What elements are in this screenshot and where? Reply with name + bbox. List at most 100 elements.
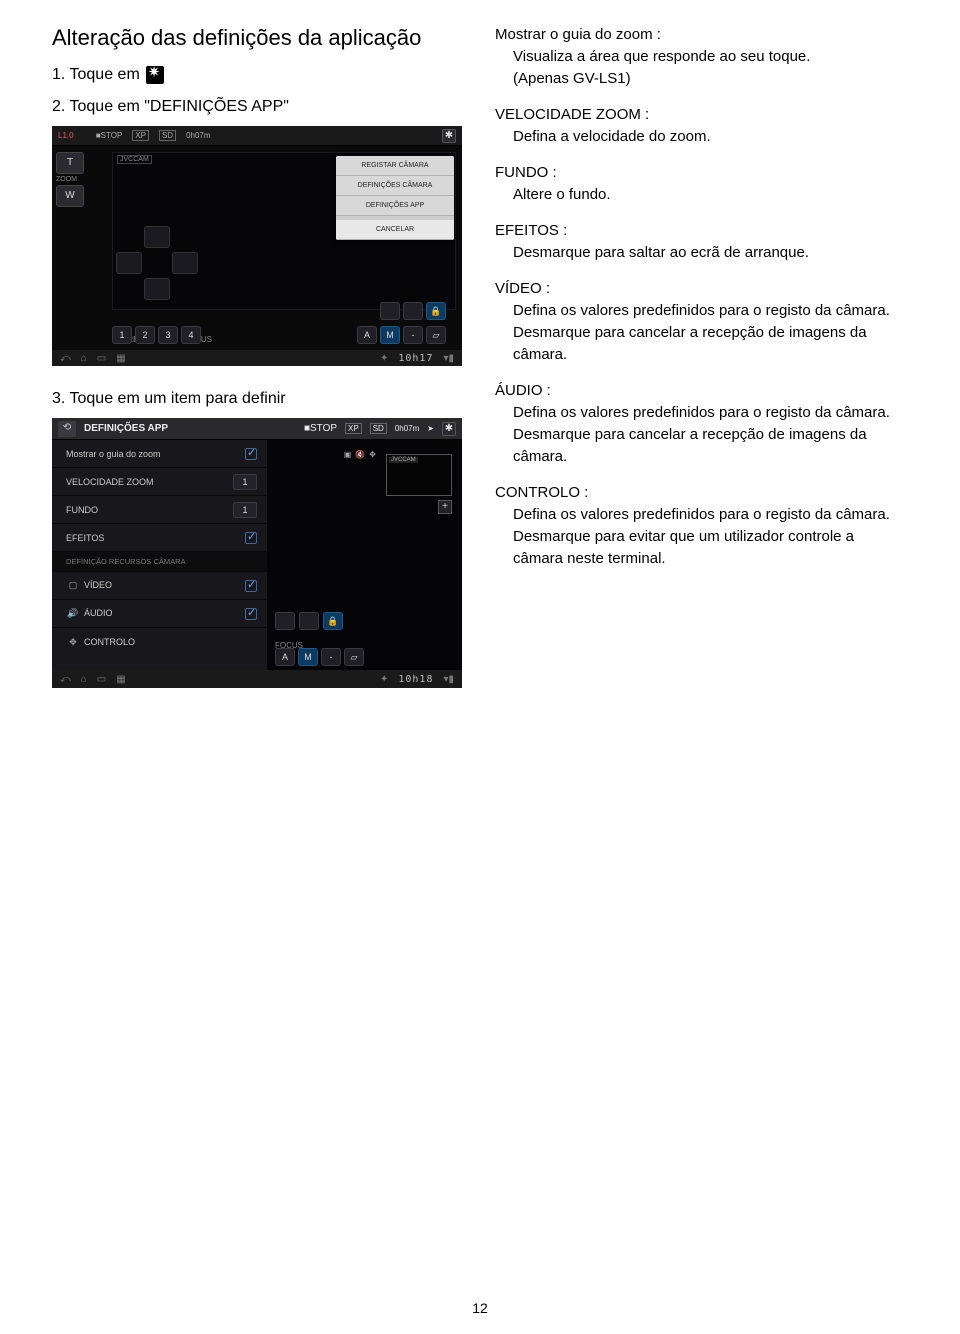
- checkbox-effects[interactable]: [245, 532, 257, 544]
- preview-thumbnail[interactable]: JVCCAM: [386, 454, 452, 496]
- checkbox-audio[interactable]: [245, 608, 257, 620]
- def-video-title: VÍDEO :: [495, 278, 908, 300]
- def-zoom-guide-body1: Visualiza a área que responde ao seu toq…: [513, 46, 908, 68]
- zoom-wide-button[interactable]: W: [56, 185, 84, 207]
- row-zoom-speed[interactable]: VELOCIDADE ZOOM 1: [52, 468, 267, 496]
- row-video-label: VÍDEO: [84, 580, 112, 590]
- row-audio-label: ÁUDIO: [84, 608, 113, 618]
- page-title: Alteração das definições da aplicação: [52, 24, 465, 52]
- chip-m[interactable]: M: [380, 326, 400, 344]
- def-audio-body1: Defina os valores predefinidos para o re…: [513, 402, 908, 424]
- xp-badge: XP: [345, 423, 362, 434]
- config-preview-area: ▣ 🔇 ✥ JVCCAM + 🔒 FOCUS A M -: [267, 440, 462, 670]
- rec-icon: ➤: [427, 424, 434, 433]
- wifi-icon: ▾▮: [443, 353, 454, 364]
- zoom-tele-button[interactable]: T: [56, 152, 84, 174]
- gear-icon: [146, 66, 164, 84]
- recent-icon[interactable]: ▭: [97, 353, 106, 364]
- rec-stop: ■STOP: [304, 423, 337, 434]
- def-background-title: FUNDO :: [495, 162, 908, 184]
- preset-4-button[interactable]: 4: [181, 326, 201, 344]
- settings-icon[interactable]: ✱: [442, 129, 456, 143]
- preset-3-button[interactable]: 3: [158, 326, 178, 344]
- thumbs-icon[interactable]: ▦: [116, 353, 125, 364]
- control-icon: ✥: [66, 637, 80, 648]
- volume-icons: ▣ 🔇 ✥: [344, 450, 376, 459]
- top-bar: L1.0 ■STOP XP SD 0h07m ✱: [52, 126, 462, 146]
- time-indicator: 0h07m: [395, 424, 419, 433]
- pan-right-button[interactable]: [172, 252, 198, 274]
- screenshot-1: L1.0 ■STOP XP SD 0h07m ✱ T ZOOM W JVCCAM: [52, 126, 462, 366]
- row-control-label: CONTROLO: [84, 637, 135, 647]
- recent-icon[interactable]: ▭: [97, 674, 106, 685]
- page-number: 12: [0, 1300, 960, 1316]
- pan-controls: [112, 226, 202, 296]
- chip-b1[interactable]: [275, 612, 295, 630]
- lock-icon[interactable]: 🔒: [323, 612, 343, 630]
- rec-stop: ■STOP: [96, 131, 122, 140]
- thumbs-icon[interactable]: ▦: [116, 674, 125, 685]
- chip-f2[interactable]: [403, 302, 423, 320]
- pan-left-button[interactable]: [116, 252, 142, 274]
- checkbox-video[interactable]: [245, 580, 257, 592]
- add-button[interactable]: +: [438, 500, 452, 514]
- menu-item-register[interactable]: REGISTAR CÂMARA: [336, 156, 454, 176]
- chip-dash[interactable]: -: [321, 648, 341, 666]
- chip-f1[interactable]: [380, 302, 400, 320]
- xp-badge: XP: [132, 130, 149, 141]
- row-zoom-guide-label: Mostrar o guia do zoom: [66, 449, 161, 459]
- chip-dash[interactable]: -: [403, 326, 423, 344]
- row-video[interactable]: ▢ VÍDEO: [52, 572, 267, 600]
- def-zoom-guide-body2: (Apenas GV-LS1): [513, 68, 908, 90]
- lock-icon[interactable]: 🔒: [426, 302, 446, 320]
- def-zoom-speed-title: VELOCIDADE ZOOM :: [495, 104, 908, 126]
- def-control-title: CONTROLO :: [495, 482, 908, 504]
- row-effects[interactable]: EFEITOS: [52, 524, 267, 552]
- mute-icon: 🔇: [355, 450, 365, 459]
- chip-a[interactable]: A: [275, 648, 295, 666]
- config-title: DEFINIÇÕES APP: [84, 423, 168, 434]
- def-video-body1: Defina os valores predefinidos para o re…: [513, 300, 908, 322]
- chip-a[interactable]: A: [357, 326, 377, 344]
- home-icon[interactable]: ⌂: [81, 353, 87, 364]
- system-bar: ⤺ ⌂ ▭ ▦ ✦ 10h17 ▾▮: [52, 350, 462, 366]
- preset-1-button[interactable]: 1: [112, 326, 132, 344]
- row-audio[interactable]: 🔊 ÁUDIO: [52, 600, 267, 628]
- def-zoom-guide: Mostrar o guia do zoom : Visualiza a áre…: [495, 24, 908, 90]
- def-control-body1: Defina os valores predefinidos para o re…: [513, 504, 908, 526]
- row-control[interactable]: ✥ CONTROLO: [52, 628, 267, 656]
- home-icon[interactable]: ⌂: [81, 674, 87, 685]
- chip-bar[interactable]: ▱: [344, 648, 364, 666]
- zoom-control: T ZOOM W: [56, 152, 96, 209]
- chip-bar[interactable]: ▱: [426, 326, 446, 344]
- audio-icon: 🔊: [66, 608, 80, 619]
- row-background[interactable]: FUNDO 1: [52, 496, 267, 524]
- back-icon[interactable]: ⤺: [60, 353, 71, 364]
- menu-item-app-settings[interactable]: DEFINIÇÕES APP: [336, 196, 454, 216]
- pan-up-button[interactable]: [144, 226, 170, 248]
- row-zoom-guide[interactable]: Mostrar o guia do zoom: [52, 440, 267, 468]
- def-control: CONTROLO : Defina os valores predefinido…: [495, 482, 908, 570]
- sd-badge: SD: [159, 130, 176, 141]
- step-3: 3. Toque em um item para definir: [52, 390, 465, 408]
- config-header: ⟲ DEFINIÇÕES APP ■STOP XP SD 0h07m ➤ ✱: [52, 418, 462, 440]
- back-button[interactable]: ⟲: [58, 421, 76, 437]
- def-zoom-speed: VELOCIDADE ZOOM : Defina a velocidade do…: [495, 104, 908, 148]
- menu-item-cancel[interactable]: CANCELAR: [336, 220, 454, 240]
- step-1: 1. Toque em: [52, 66, 465, 84]
- jvccam-label: JVCCAM: [117, 155, 152, 164]
- def-video: VÍDEO : Defina os valores predefinidos p…: [495, 278, 908, 366]
- back-icon[interactable]: ⤺: [60, 674, 71, 685]
- video-icon: ▢: [66, 580, 80, 591]
- def-background: FUNDO : Altere o fundo.: [495, 162, 908, 206]
- checkbox-zoom-guide[interactable]: [245, 448, 257, 460]
- settings-icon[interactable]: ✱: [442, 422, 456, 436]
- preset-2-button[interactable]: 2: [135, 326, 155, 344]
- signal-icon: ✦: [380, 674, 388, 685]
- chip-m[interactable]: M: [298, 648, 318, 666]
- pan-down-button[interactable]: [144, 278, 170, 300]
- clock: 10h18: [398, 674, 433, 685]
- chip-b2[interactable]: [299, 612, 319, 630]
- menu-item-camera-settings[interactable]: DEFINIÇÕES CÂMARA: [336, 176, 454, 196]
- val-background: 1: [233, 502, 257, 518]
